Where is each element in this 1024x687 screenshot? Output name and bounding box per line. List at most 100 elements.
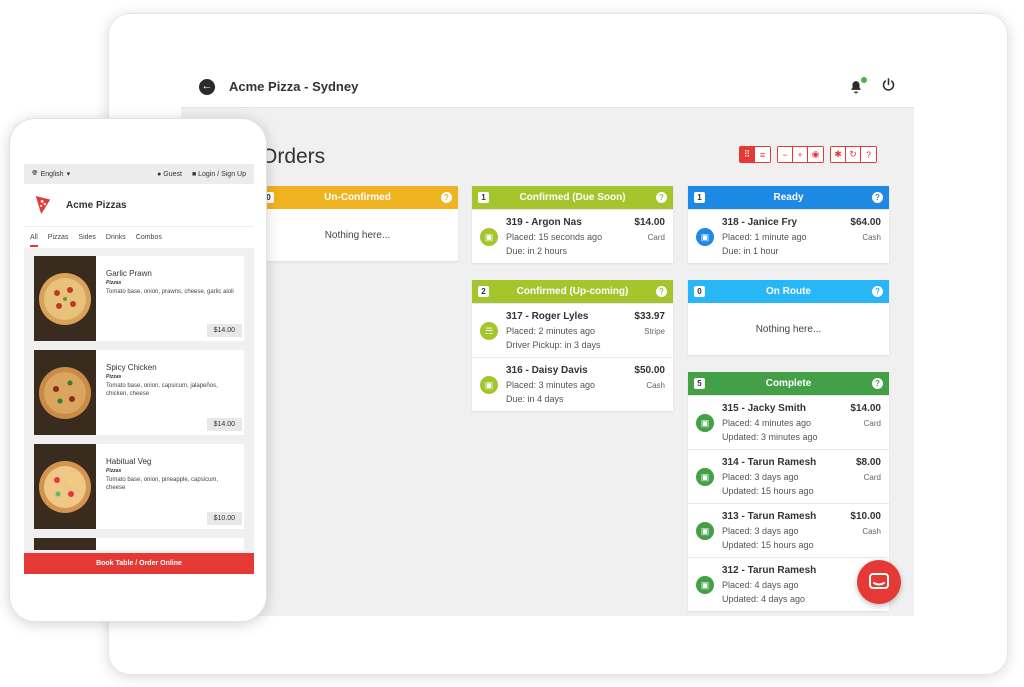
app-title: Acme Pizza - Sydney bbox=[229, 79, 359, 94]
category-tabs: All Pizzas Sides Drinks Combos bbox=[24, 226, 254, 248]
expand-button[interactable]: + bbox=[793, 147, 808, 162]
order-placed: Placed: 3 days ago bbox=[722, 472, 799, 482]
order-due: Due: in 4 days bbox=[506, 394, 564, 404]
view-toggle-group: ⠿ ≡ bbox=[739, 146, 771, 163]
order-payment: Card bbox=[647, 233, 665, 242]
order-payment: Stripe bbox=[644, 327, 665, 336]
unconfirmed-empty: Nothing here... bbox=[324, 229, 391, 241]
column-fulfilment: 1 Ready ? ▣ 318 - Janice Fry Placed: 1 m… bbox=[688, 186, 889, 616]
login-label: Login / Sign Up bbox=[198, 170, 246, 178]
order-due: Due: in 1 hour bbox=[722, 246, 779, 256]
order-placed: Placed: 3 days ago bbox=[722, 526, 799, 536]
chat-launcher-button[interactable] bbox=[857, 560, 901, 604]
tab-pizzas[interactable]: Pizzas bbox=[48, 234, 69, 241]
book-order-button[interactable]: Book Table / Order Online bbox=[24, 553, 254, 574]
menu-item-category: Pizzas bbox=[106, 374, 122, 380]
brand-header: Acme Pizzas bbox=[24, 184, 254, 226]
pizza-image bbox=[34, 256, 96, 341]
order-card[interactable]: ▣ 315 - Jacky Smith Placed: 4 minutes ag… bbox=[688, 395, 889, 449]
ready-label: Ready bbox=[773, 192, 804, 203]
order-amount: $14.00 bbox=[634, 217, 665, 228]
guest-link[interactable]: ● Guest bbox=[157, 171, 182, 178]
phone-top-bar: 🌐︎ English ▾ ● Guest ■ Login / Sign Up bbox=[24, 164, 254, 184]
upcoming-card: 2 Confirmed (Up-coming) ? ☴ 317 - Roger … bbox=[472, 280, 673, 411]
help-icon[interactable]: ? bbox=[872, 192, 883, 203]
help-icon[interactable]: ? bbox=[441, 192, 452, 203]
due-soon-label: Confirmed (Due Soon) bbox=[519, 192, 626, 203]
top-actions bbox=[849, 76, 896, 97]
language-label: English bbox=[40, 170, 64, 178]
shopping-bag-icon: ▣ bbox=[696, 414, 714, 432]
tab-sides[interactable]: Sides bbox=[78, 234, 96, 241]
order-amount: $50.00 bbox=[634, 365, 665, 376]
shopping-bag-icon: ▣ bbox=[696, 576, 714, 594]
pizza-image bbox=[34, 538, 96, 550]
upcoming-count: 2 bbox=[478, 286, 489, 297]
on-route-label: On Route bbox=[766, 286, 811, 297]
order-updated: Updated: 15 hours ago bbox=[722, 486, 814, 496]
settings-button[interactable]: ✱ bbox=[831, 147, 846, 162]
shopping-bag-icon: ▣ bbox=[696, 468, 714, 486]
account-links: ● Guest ■ Login / Sign Up bbox=[157, 171, 246, 178]
login-link[interactable]: ■ Login / Sign Up bbox=[192, 171, 246, 178]
unconfirmed-card: 0 Un-Confirmed ? Nothing here... bbox=[257, 186, 458, 261]
ready-count: 1 bbox=[694, 192, 705, 203]
order-card[interactable]: ▣ 313 - Tarun Ramesh Placed: 3 days ago … bbox=[688, 503, 889, 557]
collapse-button[interactable]: − bbox=[778, 147, 793, 162]
order-updated: Updated: 3 minutes ago bbox=[722, 432, 818, 442]
menu-item-price: $14.00 bbox=[206, 324, 242, 337]
menu-item[interactable]: Garlic Prawn Pizzas Tomato base, onion, … bbox=[34, 256, 244, 341]
unconfirmed-header: 0 Un-Confirmed ? bbox=[257, 186, 458, 209]
help-icon[interactable]: ? bbox=[872, 286, 883, 297]
refresh-button[interactable]: ↻ bbox=[846, 147, 861, 162]
menu-item-body bbox=[96, 538, 244, 550]
due-soon-header: 1 Confirmed (Due Soon) ? bbox=[472, 186, 673, 209]
order-placed: Placed: 15 seconds ago bbox=[506, 232, 603, 242]
menu-item[interactable]: Spicy Chicken Pizzas Tomato base, onion,… bbox=[34, 350, 244, 435]
tab-combos[interactable]: Combos bbox=[136, 234, 162, 241]
due-soon-count: 1 bbox=[478, 192, 489, 203]
order-card[interactable]: ▣ 316 - Daisy Davis Placed: 3 minutes ag… bbox=[472, 357, 673, 411]
help-icon[interactable]: ? bbox=[656, 192, 667, 203]
complete-count: 5 bbox=[694, 378, 705, 389]
caret-down-icon: ▾ bbox=[66, 171, 71, 178]
help-button[interactable]: ? bbox=[861, 147, 876, 162]
notification-bell-icon[interactable] bbox=[849, 76, 867, 94]
on-route-count: 0 bbox=[694, 286, 705, 297]
menu-item-description: Tomato base, onion, prawns, cheese, garl… bbox=[106, 289, 234, 295]
help-icon[interactable]: ? bbox=[872, 378, 883, 389]
order-card[interactable]: ☴ 317 - Roger Lyles Placed: 2 minutes ag… bbox=[472, 303, 673, 357]
grid-view-button[interactable]: ⠿ bbox=[740, 147, 755, 162]
menu-item-name: Spicy Chicken bbox=[106, 363, 157, 372]
shopping-bag-icon: ▣ bbox=[696, 522, 714, 540]
menu-item-category: Pizzas bbox=[106, 280, 122, 286]
order-card[interactable]: ▣ 319 - Argon Nas Placed: 15 seconds ago… bbox=[472, 209, 673, 263]
menu-item[interactable]: Habitual Veg Pizzas Tomato base, onion, … bbox=[34, 444, 244, 529]
order-card[interactable]: ▣ 318 - Janice Fry Placed: 1 minute ago … bbox=[688, 209, 889, 263]
notification-dot bbox=[861, 76, 867, 83]
back-arrow-icon[interactable]: ← bbox=[199, 78, 215, 95]
orders-heading: Orders bbox=[261, 145, 326, 168]
order-card[interactable]: ▣ 314 - Tarun Ramesh Placed: 3 days ago … bbox=[688, 449, 889, 503]
settings-group: ✱ ↻ ? bbox=[830, 146, 877, 163]
language-selector[interactable]: 🌐︎ English ▾ bbox=[32, 170, 70, 178]
menu-items: Garlic Prawn Pizzas Tomato base, onion, … bbox=[24, 248, 254, 550]
power-icon[interactable] bbox=[881, 77, 896, 97]
menu-item-body: Spicy Chicken Pizzas Tomato base, onion,… bbox=[96, 350, 244, 435]
zoom-group: − + ◉ bbox=[777, 146, 824, 163]
help-icon[interactable]: ? bbox=[656, 286, 667, 297]
list-view-button[interactable]: ≡ bbox=[755, 147, 770, 162]
on-route-empty: Nothing here... bbox=[755, 323, 822, 335]
tab-all[interactable]: All bbox=[30, 234, 38, 247]
orders-toolbar: ⠿ ≡ − + ◉ ✱ ↻ ? bbox=[739, 146, 877, 163]
tab-drinks[interactable]: Drinks bbox=[106, 234, 126, 241]
visibility-button[interactable]: ◉ bbox=[808, 147, 823, 162]
column-confirmed: 1 Confirmed (Due Soon) ? ▣ 319 - Argon N… bbox=[472, 186, 673, 428]
pizza-logo-icon bbox=[35, 196, 51, 214]
on-route-card: 0 On Route ? Nothing here... bbox=[688, 280, 889, 355]
order-due: Driver Pickup: in 3 days bbox=[506, 340, 601, 350]
order-payment: Cash bbox=[862, 233, 881, 242]
menu-item-name: Garlic Prawn bbox=[106, 269, 152, 278]
menu-item-partial[interactable] bbox=[34, 538, 244, 550]
stage: ← Acme Pizza - Sydney Orders ⠿ ≡ − + ◉ ✱… bbox=[0, 0, 1024, 687]
